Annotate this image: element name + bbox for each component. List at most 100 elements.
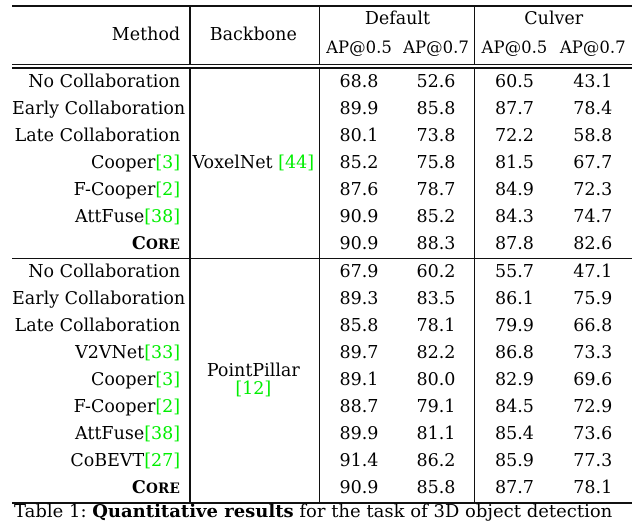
table-row: Cooper[3] 85.2 75.8 81.5 67.7	[12, 150, 632, 177]
cell-default-ap50: 89.3	[339, 288, 379, 309]
cell-culver-ap70: 58.8	[573, 125, 613, 146]
method-name: AttFuse	[75, 423, 145, 444]
cell-default-ap70: 52.6	[397, 68, 476, 96]
cell-default-ap70: 85.8	[397, 475, 476, 503]
table-row: Cooper[3] 89.1 80.0 82.9 69.6	[12, 367, 632, 394]
cell-default-ap70: 85.8	[397, 96, 476, 123]
cell-default-ap50: 85.8	[339, 315, 379, 336]
cell-culver-ap70: 78.4	[573, 98, 613, 119]
cell-method: AttFuse[38]	[12, 421, 191, 448]
cell-culver-ap50: 85.4	[494, 423, 534, 444]
citation-link[interactable]: [27]	[144, 451, 180, 471]
cell-method: CORE	[12, 231, 191, 259]
header-group-default: Default	[319, 7, 476, 35]
table-row: F-Cooper[2] 87.6 78.7 84.9 72.3	[12, 177, 632, 204]
method-name: No Collaboration	[28, 71, 181, 92]
method-name: No Collaboration	[28, 261, 181, 282]
cell-method: Early Collaboration	[12, 96, 191, 123]
header-row-primary: Method Backbone Default Culver	[12, 7, 632, 65]
backbone-name: VoxelNet	[192, 152, 279, 173]
cell-default-ap50: 89.9	[339, 423, 379, 444]
cell-culver-ap50: 87.7	[494, 477, 534, 498]
cell-default-ap70: 83.5	[397, 286, 476, 313]
cell-default-ap70: 81.1	[397, 421, 476, 448]
cell-culver-ap50: 81.5	[494, 152, 534, 173]
cell-culver-ap70: 67.7	[573, 152, 613, 173]
cell-backbone: VoxelNet [44]	[187, 68, 321, 259]
method-name: AttFuse	[75, 206, 145, 227]
cell-default-ap50: 88.7	[339, 396, 379, 417]
method-name: Late Collaboration	[14, 315, 181, 336]
caption-rest: for the task of 3D object detection	[293, 501, 613, 522]
cell-culver-ap70: 47.1	[573, 261, 613, 282]
header-culver-ap50: AP@0.5	[481, 37, 548, 57]
method-name: Cooper	[90, 369, 156, 390]
header-culver-ap70: AP@0.7	[559, 37, 626, 57]
header-default-ap50: AP@0.5	[326, 37, 392, 57]
cell-culver-ap70: 77.3	[573, 450, 613, 471]
citation-link[interactable]: [3]	[155, 153, 180, 173]
cell-culver-ap50: 72.2	[494, 125, 534, 146]
cell-default-ap70: 80.0	[397, 367, 476, 394]
cell-default-ap50: 67.9	[339, 261, 379, 282]
cell-culver-ap50: 79.9	[494, 315, 534, 336]
cell-method: Late Collaboration	[12, 313, 191, 340]
cell-method: No Collaboration	[12, 68, 191, 96]
citation-link[interactable]: [38]	[144, 207, 180, 227]
table-row: No Collaboration VoxelNet [44] 68.8 52.6 60.…	[12, 68, 632, 259]
cell-method: V2VNet[33]	[12, 340, 191, 367]
cell-culver-ap70: 43.1	[573, 71, 613, 92]
cell-backbone: PointPillar [12]	[187, 259, 321, 503]
cell-default-ap50: 87.6	[339, 179, 379, 200]
cell-culver-ap50: 84.3	[494, 206, 534, 227]
cell-default-ap70: 85.2	[397, 204, 476, 231]
citation-link[interactable]: [3]	[155, 370, 180, 390]
cell-culver-ap70: 75.9	[573, 288, 613, 309]
citation-link[interactable]: [33]	[144, 343, 180, 363]
cell-default-ap50: 90.9	[339, 477, 379, 498]
cell-default-ap50: 89.7	[339, 342, 379, 363]
method-name: F-Cooper	[73, 396, 156, 417]
cell-culver-ap50: 86.8	[494, 342, 534, 363]
cell-method: Cooper[3]	[12, 367, 191, 394]
table-row: Early Collaboration 89.3 83.5 86.1 75.9	[12, 286, 632, 313]
method-name: Late Collaboration	[14, 125, 181, 146]
cell-default-ap70: 75.8	[397, 150, 476, 177]
cell-default-ap50: 90.9	[339, 206, 379, 227]
cell-culver-ap50: 82.9	[494, 369, 534, 390]
header-default-ap70: AP@0.7	[397, 35, 476, 65]
citation-link[interactable]: [44]	[278, 153, 314, 173]
citation-link[interactable]: [38]	[144, 424, 180, 444]
table-row: F-Cooper[2] 88.7 79.1 84.5 72.9	[12, 394, 632, 421]
cell-culver-ap50: 55.7	[494, 261, 534, 282]
results-table-container: Method Backbone Default Culver AP@0.5 AP@0.7 A…	[12, 5, 632, 505]
cell-method: Early Collaboration	[12, 286, 191, 313]
cell-culver-ap70: 66.8	[573, 315, 613, 336]
cell-culver-ap50: 87.7	[494, 98, 534, 119]
method-name: Cooper	[90, 152, 156, 173]
cell-default-ap70: 73.8	[397, 123, 476, 150]
citation-link[interactable]: [12]	[235, 379, 271, 399]
table-row: AttFuse[38] 89.9 81.1 85.4 73.6	[12, 421, 632, 448]
cell-culver-ap70: 82.6	[573, 233, 613, 254]
cell-culver-ap70: 74.7	[573, 206, 613, 227]
cell-culver-ap70: 72.3	[573, 179, 613, 200]
citation-link[interactable]: [2]	[155, 180, 180, 200]
cell-method: CoBEVT[27]	[12, 448, 191, 475]
cell-culver-ap70: 78.1	[573, 477, 613, 498]
table-row: AttFuse[38] 90.9 85.2 84.3 74.7	[12, 204, 632, 231]
table-row: V2VNet[33] 89.7 82.2 86.8 73.3	[12, 340, 632, 367]
cell-method: F-Cooper[2]	[12, 177, 191, 204]
header-backbone: Backbone	[187, 7, 321, 65]
cell-method: AttFuse[38]	[12, 204, 191, 231]
cell-default-ap70: 88.3	[397, 231, 476, 259]
table-row: CoBEVT[27] 91.4 86.2 85.9 77.3	[12, 448, 632, 475]
quantitative-results-table: Method Backbone Default Culver AP@0.5 AP@0.7 A…	[12, 5, 632, 505]
cell-culver-ap50: 85.9	[494, 450, 534, 471]
header-group-culver: Culver	[524, 9, 584, 30]
method-name: CoBEVT	[70, 450, 145, 471]
cell-default-ap50: 90.9	[339, 233, 379, 254]
citation-link[interactable]: [2]	[155, 397, 180, 417]
cell-method: F-Cooper[2]	[12, 394, 191, 421]
cell-culver-ap50: 60.5	[494, 71, 534, 92]
